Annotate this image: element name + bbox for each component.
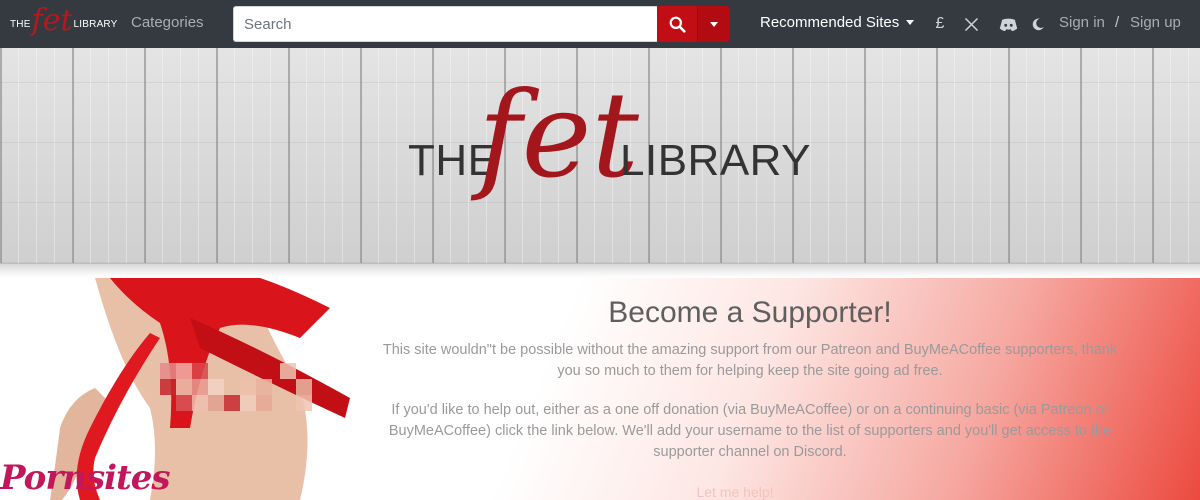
sign-in-link[interactable]: Sign in [1059,14,1105,31]
chevron-down-icon [710,21,718,27]
brand-the: THE [10,18,31,30]
supporter-paragraph-help: If you'd like to help out, either as a o… [388,402,1112,460]
recommended-sites-dropdown[interactable]: Recommended Sites [760,14,915,31]
brand-library: LIBRARY [73,18,118,30]
let-me-help-link[interactable]: Let me help! [670,484,800,500]
chevron-down-icon [906,20,915,25]
search-options-dropdown[interactable] [697,6,730,42]
supporter-heading: Become a Supporter! [608,296,892,329]
search-input[interactable] [233,6,657,42]
search-button[interactable] [657,6,697,42]
brand-logo[interactable]: THE fet LIBRARY [10,3,117,44]
banner-divider [0,264,1200,278]
navbar: THE fet LIBRARY Categories Recommended S… [0,0,1200,48]
x-icon[interactable] [963,12,979,36]
brand-fet: fet [31,3,73,38]
site-logo: THE fet LIBRARY [408,76,811,232]
supporter-paragraph-thanks: This site wouldn"t be possible without t… [382,342,1118,379]
supporter-section: Become a Supporter! This site wouldn"t b… [0,278,1200,500]
discord-icon[interactable] [998,12,1018,36]
pound-icon[interactable]: £ [932,12,948,36]
auth-separator: / [1115,14,1120,31]
recommended-sites-label: Recommended Sites [760,14,900,31]
logo-fet: fet [478,66,639,204]
sign-up-link[interactable]: Sign up [1130,14,1181,31]
logo-library: LIBRARY [620,136,811,185]
moon-icon[interactable] [1031,12,1045,36]
search-icon [669,16,686,33]
nav-categories-link[interactable]: Categories [131,14,204,31]
watermark-logo: Pornsites [0,458,170,498]
